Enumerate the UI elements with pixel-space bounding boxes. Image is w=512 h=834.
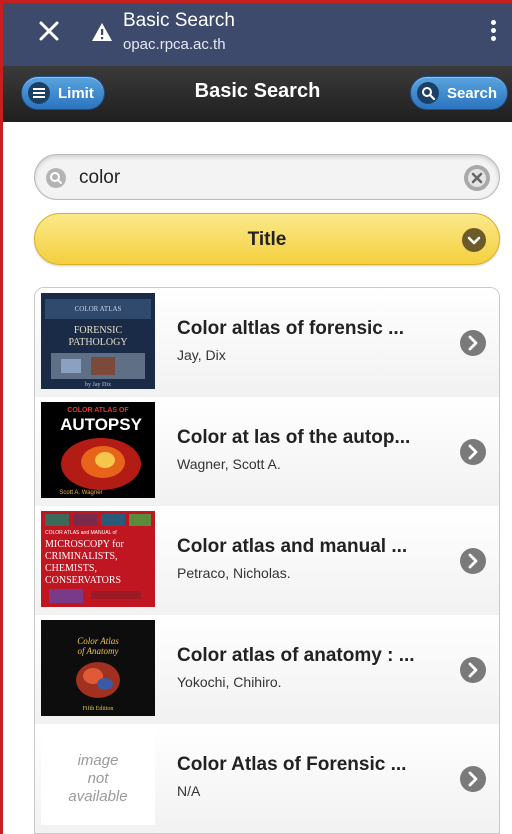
book-cover-placeholder: image not available [41, 729, 155, 825]
result-item[interactable]: COLOR ATLAS OF AUTOPSY Scott A. Wagner C… [35, 397, 499, 509]
result-title: Color altlas of forensic ... [177, 318, 404, 339]
cover-main-text: MICROSCOPY for [45, 539, 124, 550]
svg-text:of Anatomy: of Anatomy [77, 646, 118, 656]
book-cover: COLOR ATLAS and MANUAL of MICROSCOPY for… [41, 511, 155, 607]
search-input[interactable] [79, 163, 439, 193]
book-cover: COLOR ATLAS OF AUTOPSY Scott A. Wagner [41, 402, 155, 498]
result-title: Color Atlas of Forensic ... [177, 754, 407, 775]
cover-bottom-text: by Jay Dix [85, 382, 111, 388]
search-icon [416, 82, 439, 104]
browser-url[interactable]: opac.rpca.ac.th [123, 36, 226, 54]
browser-page-title: Basic Search [123, 10, 235, 31]
svg-text:CONSERVATORS: CONSERVATORS [45, 575, 121, 586]
svg-text:CHEMISTS,: CHEMISTS, [45, 563, 97, 574]
cover-bottom-text: Fifth Edition [83, 705, 114, 712]
result-item[interactable]: COLOR ATLAS and MANUAL of MICROSCOPY for… [35, 506, 499, 618]
cover-bottom-text: Scott A. Wagner [59, 490, 102, 496]
chevron-down-icon [462, 228, 486, 252]
svg-text:CRIMINALISTS,: CRIMINALISTS, [45, 551, 118, 562]
warning-icon [92, 23, 112, 41]
cover-main-text: Color Atlas [77, 636, 119, 646]
search-field[interactable] [34, 154, 500, 200]
placeholder-line-1: image [78, 752, 119, 769]
cover-main-text: FORENSIC [74, 325, 123, 336]
close-icon[interactable] [35, 17, 63, 45]
search-icon [46, 168, 66, 188]
result-author: Petraco, Nicholas. [177, 565, 291, 581]
result-item[interactable]: Color Atlas of Anatomy Fifth Edition Col… [35, 615, 499, 727]
result-title: Color at las of the autop... [177, 427, 411, 448]
result-author: Wagner, Scott A. [177, 456, 281, 472]
search-button-label: Search [446, 84, 497, 102]
browser-toolbar: Basic Search opac.rpca.ac.th [3, 3, 512, 66]
result-title: Color atlas and manual ... [177, 536, 408, 557]
app-header: Limit Basic Search Search [3, 66, 512, 122]
result-author: Jay, Dix [177, 347, 226, 363]
result-author: N/A [177, 783, 201, 799]
result-author: Yokochi, Chihiro. [177, 674, 282, 690]
book-cover: Color Atlas of Anatomy Fifth Edition [41, 620, 155, 716]
search-type-select[interactable]: Title [34, 213, 500, 265]
kebab-menu-icon[interactable] [488, 20, 498, 44]
chevron-right-icon [460, 439, 486, 465]
result-item[interactable]: COLOR ATLAS FORENSIC PATHOLOGY by Jay Di… [35, 288, 499, 400]
results-list: COLOR ATLAS FORENSIC PATHOLOGY by Jay Di… [34, 287, 500, 834]
cover-top-text: COLOR ATLAS and MANUAL of [45, 530, 117, 536]
placeholder-line-3: available [68, 788, 127, 805]
chevron-right-icon [460, 330, 486, 356]
chevron-right-icon [460, 548, 486, 574]
chevron-right-icon [460, 657, 486, 683]
cover-main-text: AUTOPSY [60, 415, 143, 434]
placeholder-line-2: not [88, 770, 110, 787]
clear-icon[interactable] [463, 164, 491, 192]
result-item[interactable]: image not available Color Atlas of Foren… [35, 724, 499, 833]
book-cover: COLOR ATLAS FORENSIC PATHOLOGY by Jay Di… [41, 293, 155, 389]
cover-top-text: COLOR ATLAS OF [67, 407, 129, 414]
chevron-right-icon [460, 766, 486, 792]
cover-top-text: COLOR ATLAS [75, 305, 122, 313]
svg-text:PATHOLOGY: PATHOLOGY [68, 337, 127, 348]
search-type-value: Title [247, 229, 287, 250]
result-title: Color atlas of anatomy : ... [177, 645, 415, 666]
search-button[interactable]: Search [409, 76, 508, 110]
